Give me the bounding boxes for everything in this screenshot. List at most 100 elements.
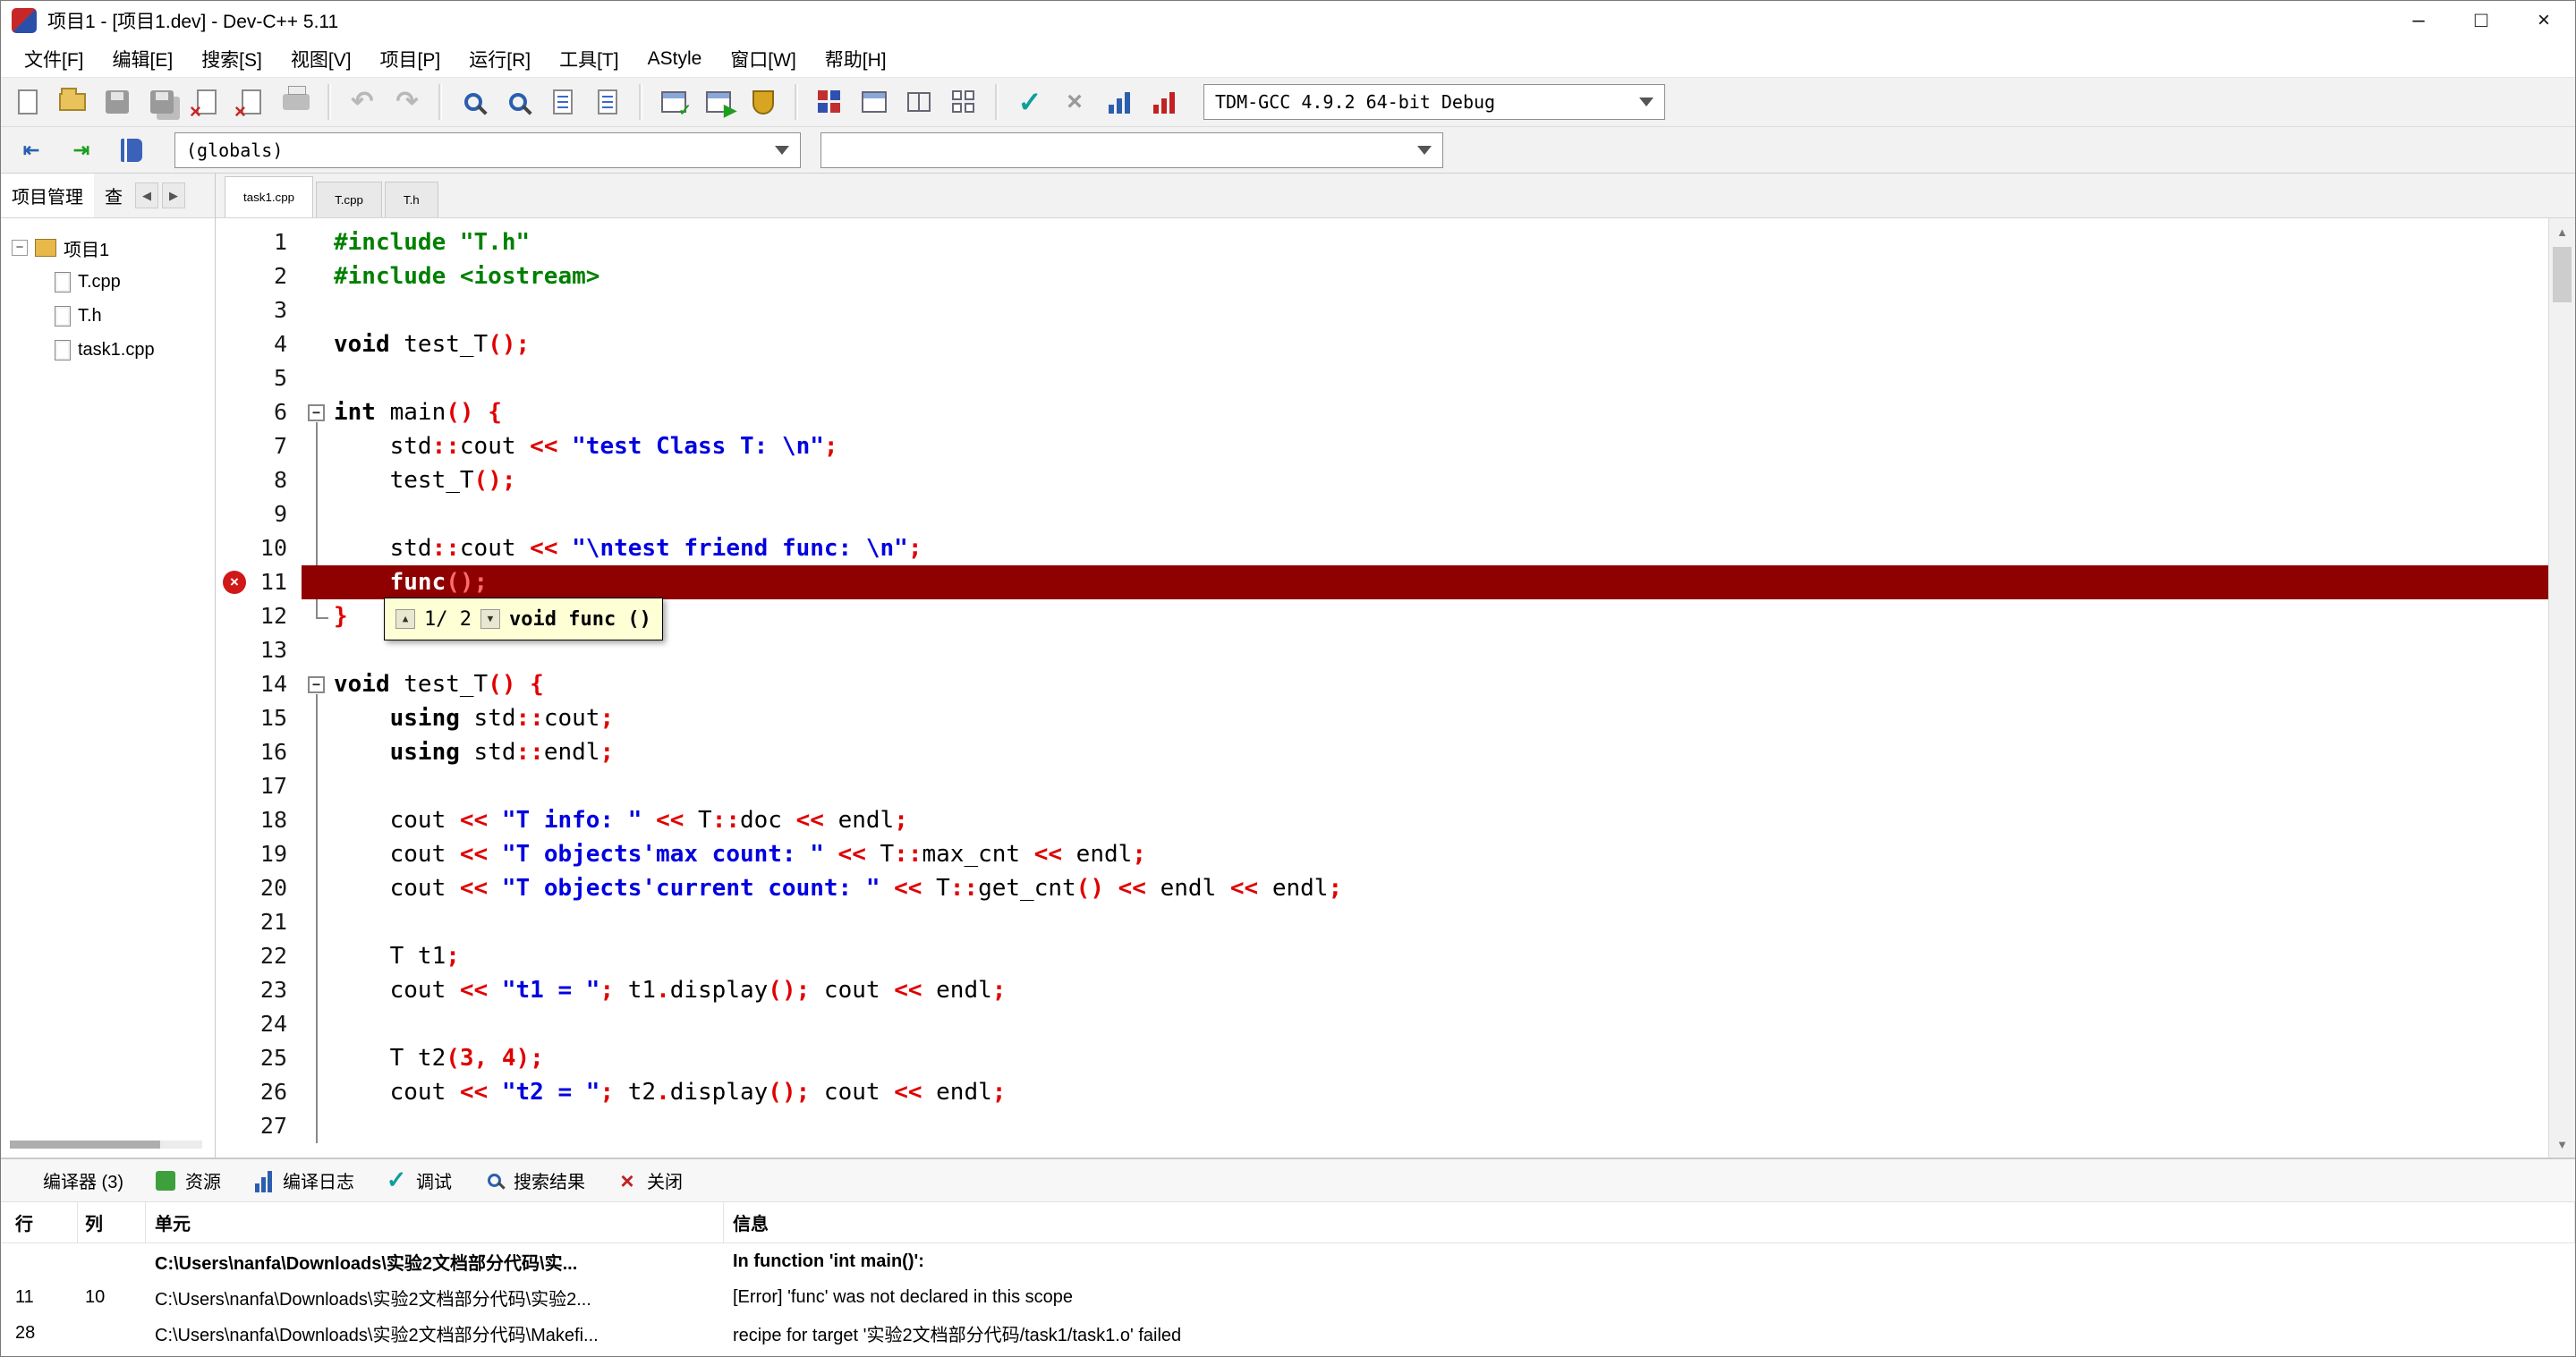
code-text[interactable]: std::cout << "\ntest friend func: \n";	[334, 531, 2575, 565]
table-row[interactable]: 11 10 C:\Users\nanfa\Downloads\实验2文档部分代码…	[1, 1279, 2575, 1315]
line-number[interactable]: 19	[216, 837, 302, 871]
menu-tools[interactable]: 工具[T]	[545, 40, 633, 77]
code-line[interactable]: 17	[216, 769, 2575, 803]
code-text[interactable]: }	[334, 599, 2575, 633]
code-text[interactable]: cout << "T objects'current count: " << T…	[334, 871, 2575, 905]
calltip-next-button[interactable]: ▼	[480, 609, 500, 629]
code-line[interactable]: 18 cout << "T info: " << T::doc << endl;	[216, 803, 2575, 837]
code-line[interactable]: 21	[216, 905, 2575, 939]
line-number[interactable]: 17	[216, 769, 302, 803]
menu-astyle[interactable]: AStyle	[633, 40, 717, 77]
tab-view[interactable]: 查	[94, 174, 133, 217]
scope-select[interactable]: (globals)	[174, 131, 801, 168]
rebuild-all-button[interactable]	[742, 81, 785, 123]
line-number[interactable]: 1	[216, 225, 302, 259]
code-text[interactable]: T t2(3, 4);	[334, 1041, 2575, 1075]
line-number[interactable]: 20	[216, 871, 302, 905]
line-number[interactable]: 21	[216, 905, 302, 939]
code-line[interactable]: 22 T t1;	[216, 939, 2575, 973]
code-line[interactable]: 15 using std::cout;	[216, 701, 2575, 735]
tab-resources[interactable]: 资源	[154, 1167, 221, 1193]
scrollbar-thumb[interactable]	[2553, 247, 2572, 302]
code-line[interactable]: 24	[216, 1007, 2575, 1041]
line-number[interactable]: 23	[216, 973, 302, 1007]
code-text[interactable]: test_T();	[334, 463, 2575, 497]
syntax-check-button[interactable]: ✓	[1008, 81, 1051, 123]
window-view-button[interactable]	[853, 81, 896, 123]
code-text[interactable]: std::cout << "test Class T: \n";	[334, 429, 2575, 463]
tree-item[interactable]: T.h	[55, 299, 215, 333]
code-line[interactable]: 2 #include <iostream>	[216, 259, 2575, 293]
tree-root[interactable]: − 项目1	[12, 231, 215, 265]
collapse-icon[interactable]: −	[12, 240, 28, 256]
code-text[interactable]: #include "T.h"	[334, 225, 2575, 259]
code-text[interactable]	[334, 905, 2575, 939]
code-text[interactable]: void test_T();	[334, 327, 2575, 361]
line-number[interactable]: 11 ×	[216, 565, 302, 599]
code-line[interactable]: 7 std::cout << "test Class T: \n";	[216, 429, 2575, 463]
tile-windows-button[interactable]	[942, 81, 985, 123]
menu-window[interactable]: 窗口[W]	[716, 40, 811, 77]
code-text[interactable]: #include <iostream>	[334, 259, 2575, 293]
close-all-button[interactable]: ×	[230, 81, 273, 123]
line-number[interactable]: 2	[216, 259, 302, 293]
close-button[interactable]: ×	[2512, 1, 2575, 40]
tree-item[interactable]: T.cpp	[55, 265, 215, 299]
goto-implementation-button[interactable]: ⇥	[60, 130, 103, 171]
code-text[interactable]	[334, 361, 2575, 395]
line-number[interactable]: 4	[216, 327, 302, 361]
tab-project-manager[interactable]: 项目管理	[1, 174, 94, 217]
delete-profiling-button[interactable]	[1143, 81, 1186, 123]
save-button[interactable]	[96, 81, 139, 123]
code-text[interactable]: cout << "t2 = "; t2.display(); cout << e…	[334, 1075, 2575, 1109]
fold-margin[interactable]: −	[302, 667, 334, 701]
tabs-scroll-left-button[interactable]: ◀	[135, 182, 158, 208]
code-line[interactable]: 19 cout << "T objects'max count: " << T:…	[216, 837, 2575, 871]
save-all-button[interactable]	[140, 81, 183, 123]
line-number[interactable]: 27	[216, 1109, 302, 1143]
editor-tab-th[interactable]: T.h	[384, 182, 438, 217]
tab-search-results[interactable]: 搜索结果	[482, 1167, 585, 1193]
code-text[interactable]: void test_T() {	[334, 667, 2575, 701]
line-number[interactable]: 13	[216, 633, 302, 667]
tab-debug[interactable]: ✓ 调试	[385, 1167, 452, 1193]
new-project-button[interactable]	[808, 81, 851, 123]
tab-compiler[interactable]: 编译器 (3)	[12, 1167, 123, 1193]
code-text[interactable]: T t1;	[334, 939, 2575, 973]
code-line[interactable]: 1 #include "T.h"	[216, 225, 2575, 259]
fold-collapse-icon[interactable]: −	[308, 404, 325, 421]
new-source-button[interactable]	[6, 81, 49, 123]
line-number[interactable]: 22	[216, 939, 302, 973]
line-number[interactable]: 8	[216, 463, 302, 497]
code-line[interactable]: 6− int main() {	[216, 395, 2575, 429]
menu-file[interactable]: 文件[F]	[10, 40, 98, 77]
table-row[interactable]: C:\Users\nanfa\Downloads\实验2文档部分代码\实... …	[1, 1243, 2575, 1279]
code-text[interactable]: cout << "T info: " << T::doc << endl;	[334, 803, 2575, 837]
fold-collapse-icon[interactable]: −	[308, 676, 325, 693]
line-number[interactable]: 6	[216, 395, 302, 429]
code-text[interactable]: int main() {	[334, 395, 2575, 429]
table-row[interactable]: 28 C:\Users\nanfa\Downloads\实验2文档部分代码\Ma…	[1, 1315, 2575, 1351]
menu-view[interactable]: 视图[V]	[276, 40, 366, 77]
code-text[interactable]: func();	[334, 565, 2575, 599]
code-text[interactable]	[334, 633, 2575, 667]
editor-tab-task1cpp[interactable]: task1.cpp	[225, 176, 314, 217]
code-line[interactable]: 14− void test_T() {	[216, 667, 2575, 701]
line-number[interactable]: 25	[216, 1041, 302, 1075]
tab-compile-log[interactable]: 编译日志	[251, 1167, 354, 1193]
menu-help[interactable]: 帮助[H]	[811, 40, 901, 77]
split-view-button[interactable]	[897, 81, 940, 123]
code-line[interactable]: 4 void test_T();	[216, 327, 2575, 361]
scrollbar-thumb[interactable]	[10, 1141, 160, 1149]
menu-project[interactable]: 项目[P]	[366, 40, 455, 77]
code-line[interactable]: 9	[216, 497, 2575, 531]
replace-button[interactable]	[497, 81, 540, 123]
code-text[interactable]	[334, 1109, 2575, 1143]
line-number[interactable]: 14	[216, 667, 302, 701]
line-number[interactable]: 16	[216, 735, 302, 769]
code-line[interactable]: 20 cout << "T objects'current count: " <…	[216, 871, 2575, 905]
scroll-down-icon[interactable]: ▼	[2549, 1131, 2575, 1158]
tabs-scroll-right-button[interactable]: ▶	[162, 182, 185, 208]
code-text[interactable]	[334, 497, 2575, 531]
profile-analysis-button[interactable]	[1098, 81, 1141, 123]
